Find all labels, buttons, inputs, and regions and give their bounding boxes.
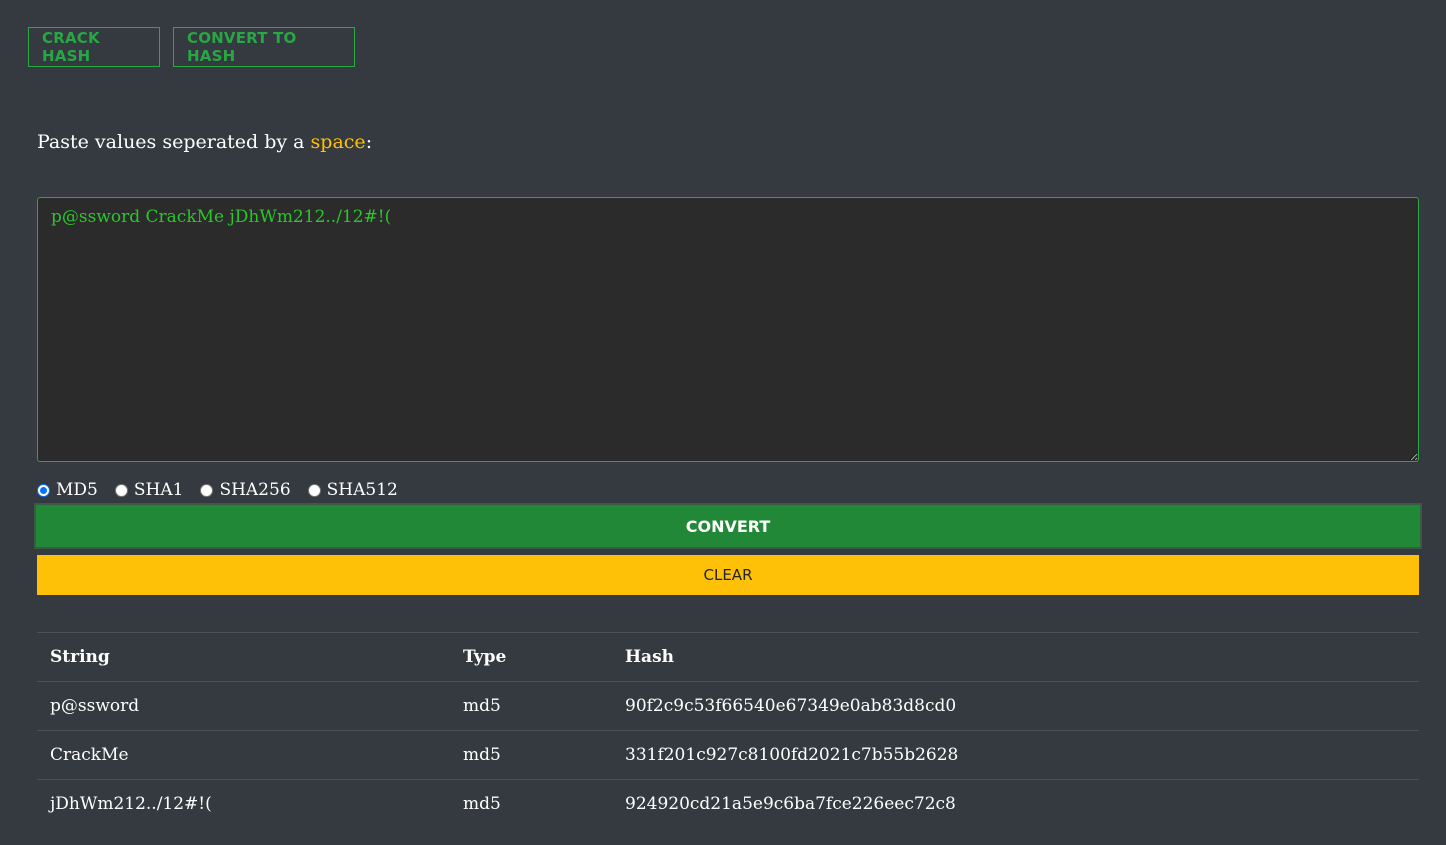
radio-sha1-dot[interactable]	[114, 483, 128, 497]
crack-hash-button[interactable]: CRACK HASH	[28, 27, 160, 67]
cell-string: CrackMe	[37, 730, 450, 780]
column-header-type: Type	[450, 632, 612, 682]
page: CRACK HASH CONVERT TO HASH Paste values …	[0, 0, 1446, 845]
radio-md5-dot[interactable]	[37, 483, 50, 497]
column-header-hash: Hash	[612, 632, 1419, 682]
radio-sha512-label: SHA512	[326, 480, 398, 500]
table-row: p@ssword md5 90f2c9c53f66540e67349e0ab83…	[37, 681, 1419, 731]
cell-type: md5	[450, 730, 612, 780]
convert-button[interactable]: CONVERT	[34, 503, 1422, 549]
convert-to-hash-button[interactable]: CONVERT TO HASH	[173, 27, 355, 67]
instructions-accent: space	[310, 131, 366, 153]
radio-sha256[interactable]: SHA256	[200, 480, 291, 500]
instructions-suffix: :	[365, 131, 373, 153]
radio-md5-label: MD5	[56, 480, 98, 500]
table-row: CrackMe md5 331f201c927c8100fd2021c7b55b…	[37, 730, 1419, 780]
radio-sha512[interactable]: SHA512	[307, 480, 398, 500]
cell-string: jDhWm212../12#!(	[37, 779, 450, 828]
radio-sha256-dot[interactable]	[200, 483, 214, 497]
cell-string: p@ssword	[37, 681, 450, 731]
radio-sha1-label: SHA1	[133, 480, 184, 500]
table-header-row: String Type Hash	[37, 632, 1419, 682]
algorithm-radio-group: MD5 SHA1 SHA256 SHA512	[37, 480, 415, 500]
cell-type: md5	[450, 779, 612, 828]
radio-sha512-dot[interactable]	[307, 483, 321, 497]
instructions-prefix: Paste values seperated by a	[37, 131, 311, 153]
cell-hash: 90f2c9c53f66540e67349e0ab83d8cd0	[612, 681, 1419, 731]
radio-sha256-label: SHA256	[219, 480, 291, 500]
clear-button[interactable]: CLEAR	[37, 555, 1419, 595]
radio-sha1[interactable]: SHA1	[114, 480, 184, 500]
input-instructions: Paste values seperated by a space:	[37, 131, 372, 153]
cell-type: md5	[450, 681, 612, 731]
radio-md5[interactable]: MD5	[37, 480, 98, 500]
hash-results-table: String Type Hash p@ssword md5 90f2c9c53f…	[37, 632, 1419, 828]
column-header-string: String	[37, 632, 450, 682]
top-nav: CRACK HASH CONVERT TO HASH	[28, 27, 355, 67]
cell-hash: 331f201c927c8100fd2021c7b55b2628	[612, 730, 1419, 780]
cell-hash: 924920cd21a5e9c6ba7fce226eec72c8	[612, 779, 1419, 828]
values-input[interactable]: p@ssword CrackMe jDhWm212../12#!(	[37, 197, 1419, 462]
table-row: jDhWm212../12#!( md5 924920cd21a5e9c6ba7…	[37, 779, 1419, 828]
